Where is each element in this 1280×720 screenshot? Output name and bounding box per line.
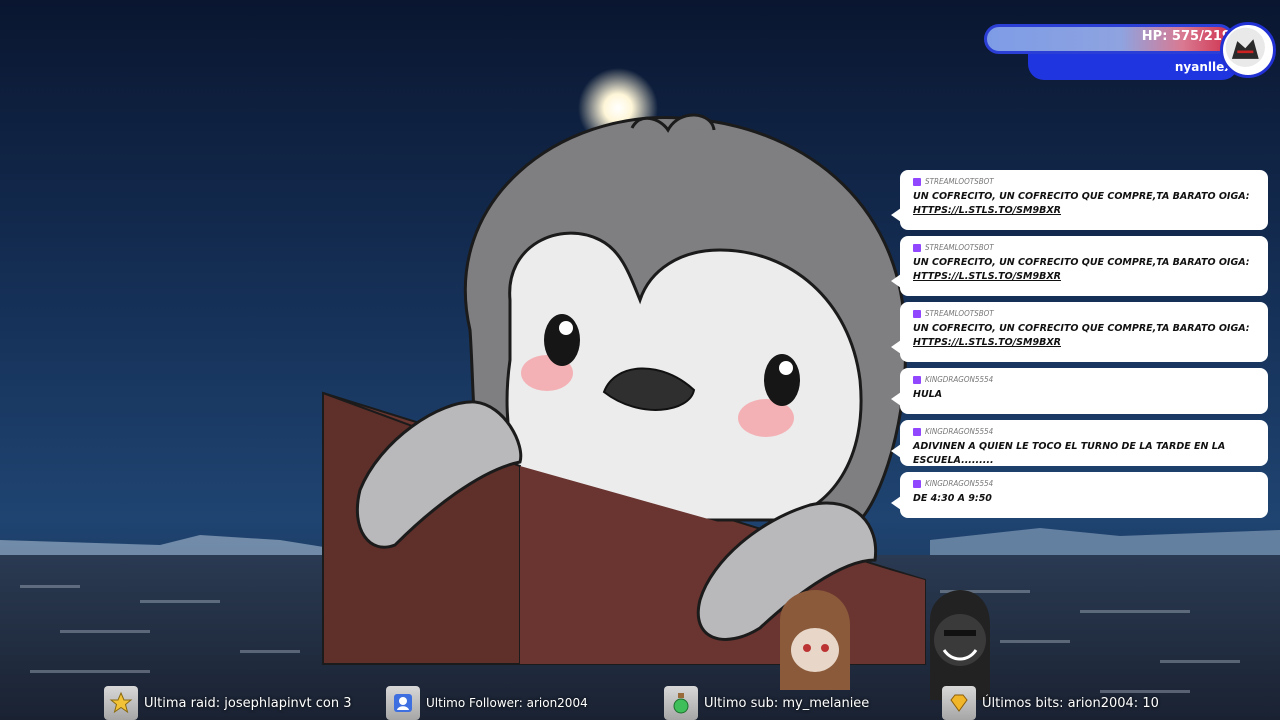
- last-sub-text: Ultimo sub: my_melaniee: [704, 695, 870, 711]
- follower-icon: [386, 686, 420, 720]
- chat-username: kingdragon5554: [925, 479, 994, 488]
- chat-text: DE 4:30 A 9:50: [913, 493, 992, 504]
- last-bits-text: Últimos bits: arion2004: 10: [982, 695, 1159, 711]
- chat-username: kingdragon5554: [925, 427, 994, 436]
- chat-username: StreamlootsBot: [925, 243, 994, 252]
- last-raid: Ultima raid: josephlapinvt con 3: [104, 686, 351, 720]
- channel-avatar: [1220, 22, 1276, 78]
- last-bits: Últimos bits: arion2004: 10: [942, 686, 1159, 720]
- twitch-icon: [913, 479, 921, 488]
- chat-username: StreamlootsBot: [925, 309, 994, 318]
- chat-message: kingdragon5554 HULA: [891, 368, 1268, 414]
- bits-gem-icon: [942, 686, 976, 720]
- stats-bar: Ultima raid: josephlapinvt con 3 Ultimo …: [0, 680, 1280, 720]
- chat-message: StreamlootsBot UN COFRECITO, UN COFRECIT…: [891, 236, 1268, 296]
- chat-message: kingdragon5554 DE 4:30 A 9:50: [891, 472, 1268, 518]
- chat-username: StreamlootsBot: [925, 177, 994, 186]
- last-sub: Ultimo sub: my_melaniee: [664, 686, 869, 720]
- chat-text: UN COFRECITO, UN COFRECITO QUE COMPRE,TA…: [913, 323, 1250, 334]
- chat-text: ADIVINEN A QUIEN LE TOCO EL TURNO DE LA …: [913, 441, 1226, 466]
- hp-overlay: HP: 575/2192 nyanllex: [984, 22, 1276, 84]
- sub-potion-icon: [664, 686, 698, 720]
- chat-text: UN COFRECITO, UN COFRECITO QUE COMPRE,TA…: [913, 257, 1250, 268]
- chat-message: kingdragon5554 ADIVINEN A QUIEN LE TOCO …: [891, 420, 1268, 466]
- twitch-icon: [913, 375, 921, 384]
- chat-username: kingdragon5554: [925, 375, 994, 384]
- twitch-icon: [913, 243, 921, 252]
- twitch-icon: [913, 177, 921, 186]
- chat-message: StreamlootsBot UN COFRECITO, UN COFRECIT…: [891, 302, 1268, 362]
- twitch-icon: [913, 309, 921, 318]
- chat-text: HULA: [913, 389, 943, 400]
- last-follower: Ultimo Follower: arion2004: [386, 686, 588, 720]
- chat-box: StreamlootsBot UN COFRECITO, UN COFRECIT…: [891, 170, 1268, 524]
- last-raid-text: Ultima raid: josephlapinvt con 3: [144, 695, 352, 711]
- chat-message: StreamlootsBot UN COFRECITO, UN COFRECIT…: [891, 170, 1268, 230]
- twitch-icon: [913, 427, 921, 436]
- last-follower-text: Ultimo Follower: arion2004: [426, 696, 588, 710]
- star-icon: [104, 686, 138, 720]
- chat-link[interactable]: HTTPS://L.STLS.TO/SM9BXR: [913, 336, 1256, 350]
- chat-text: UN COFRECITO, UN COFRECITO QUE COMPRE,TA…: [913, 191, 1250, 202]
- chat-link[interactable]: HTTPS://L.STLS.TO/SM9BXR: [913, 270, 1256, 284]
- chat-link[interactable]: HTTPS://L.STLS.TO/SM9BXR: [913, 204, 1256, 218]
